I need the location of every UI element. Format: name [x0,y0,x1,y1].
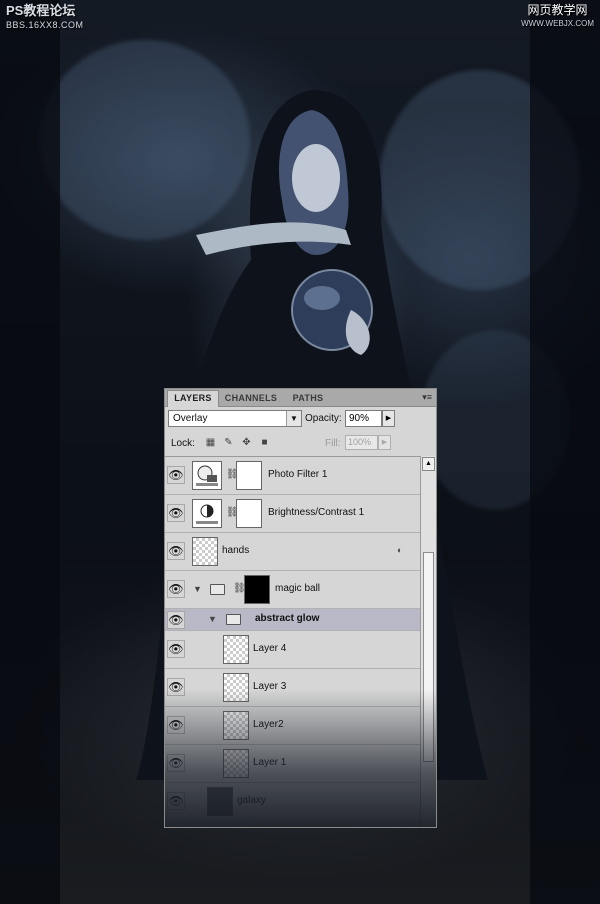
eye-icon[interactable]: 👁 [167,611,185,629]
eye-icon[interactable]: 👁 [167,754,185,772]
fill-label: Fill: [325,438,341,449]
eye-icon[interactable]: 👁 [167,580,185,598]
watermark-right-sub: WWW.WEBJX.COM [521,19,594,28]
watermark-left-sub: BBS.16XX8.COM [6,20,84,30]
layer-row-galaxy[interactable]: 👁 galaxy [165,783,420,821]
tab-paths[interactable]: PATHS [286,391,330,406]
photo-filter-icon [192,461,222,490]
lock-position-icon[interactable]: ✥ [241,437,252,448]
layer-row-photo-filter[interactable]: 👁 ⛓ Photo Filter 1 [165,457,420,495]
tree-right [530,0,600,904]
tree-left [0,0,60,904]
layer-row-layer-3[interactable]: 👁 Layer 3 [165,669,420,707]
opacity-slider-toggle[interactable]: ▶ [382,410,395,427]
layer-row-layer-2[interactable]: 👁 Layer2 [165,707,420,745]
layer-name: Layer2 [253,719,284,730]
layer-row-brightness-contrast[interactable]: 👁 ⛓ Brightness/Contrast 1 [165,495,420,533]
lock-all-icon[interactable]: ■ [259,437,270,448]
layer-name: Brightness/Contrast 1 [268,507,365,518]
group-mask-thumbnail[interactable] [244,575,270,604]
blend-mode-select[interactable]: Overlay ▼ [168,410,302,427]
chevron-down-icon: ▼ [286,411,301,426]
lock-image-icon[interactable]: ✎ [223,437,234,448]
watermark-left-title: PS教程论坛 [6,3,76,18]
eye-icon[interactable]: 👁 [167,542,185,560]
blend-mode-value: Overlay [173,413,208,424]
eye-icon[interactable]: 👁 [167,792,185,810]
layer-thumbnail [223,749,249,778]
layer-thumbnail [223,635,249,664]
layer-name: Layer 3 [253,681,287,692]
tab-channels[interactable]: CHANNELS [220,391,282,406]
eye-icon[interactable]: 👁 [167,716,185,734]
layer-name: Layer 4 [253,643,287,654]
fill-slider-toggle[interactable]: ▶ [378,435,391,450]
folder-icon [226,614,241,625]
layers-panel: LAYERS CHANNELS PATHS ▾≡ Overlay ▼ Opaci… [164,388,437,828]
layer-mask-thumbnail[interactable] [236,499,262,528]
opacity-label: Opacity: [305,413,342,424]
layer-thumbnail [207,787,233,816]
lock-label: Lock: [171,438,195,449]
folder-icon [210,584,225,595]
layer-list-scrollbar[interactable]: ▲ [420,456,436,827]
layer-mask-thumbnail[interactable] [236,461,262,490]
triangle-expanded-icon[interactable]: ▼ [193,584,202,594]
watermark-left: PS教程论坛 BBS.16XX8.COM [6,4,84,32]
watermark-right-title: 网页教学网 [527,3,588,17]
scrollbar-thumb[interactable] [423,552,434,762]
layer-row-hands[interactable]: 👁 hands ◐ [165,533,420,571]
layer-row-layer-1[interactable]: 👁 Layer 1 [165,745,420,783]
layer-row-layer-4[interactable]: 👁 Layer 4 [165,631,420,669]
smart-object-icon: ◐ [397,545,403,555]
eye-icon[interactable]: 👁 [167,678,185,696]
layer-row-abstract-glow[interactable]: 👁 ▼ abstract glow [165,609,420,631]
layer-thumbnail [223,673,249,702]
panel-tabbar: LAYERS CHANNELS PATHS ▾≡ [165,389,436,407]
eye-icon[interactable]: 👁 [167,640,185,658]
layer-list: 👁 ⛓ Photo Filter 1 👁 ⛓ Brightness/Contra… [165,456,420,827]
scroll-up-icon[interactable]: ▲ [422,457,435,471]
layer-name: Layer 1 [253,757,287,768]
panel-menu-icon[interactable]: ▾≡ [422,392,432,403]
layer-name: magic ball [275,583,321,594]
tab-layers[interactable]: LAYERS [167,390,219,407]
lock-transparent-icon[interactable]: ▦ [205,437,216,448]
triangle-expanded-icon[interactable]: ▼ [208,614,217,624]
layer-name: galaxy [237,795,266,806]
layer-name: hands [222,545,250,556]
eye-icon[interactable]: 👁 [167,466,185,484]
layer-name: Photo Filter 1 [268,469,328,480]
layer-thumbnail [223,711,249,740]
brightness-contrast-icon [192,499,222,528]
watermark-right: 网页教学网 WWW.WEBJX.COM [521,4,594,30]
layer-thumbnail [192,537,218,566]
fill-input[interactable]: 100% [345,435,378,450]
eye-icon[interactable]: 👁 [167,504,185,522]
opacity-input[interactable]: 90% [345,410,382,427]
layer-name: abstract glow [255,613,320,624]
layer-row-magic-ball[interactable]: 👁 ▼ ⛓ magic ball [165,571,420,609]
